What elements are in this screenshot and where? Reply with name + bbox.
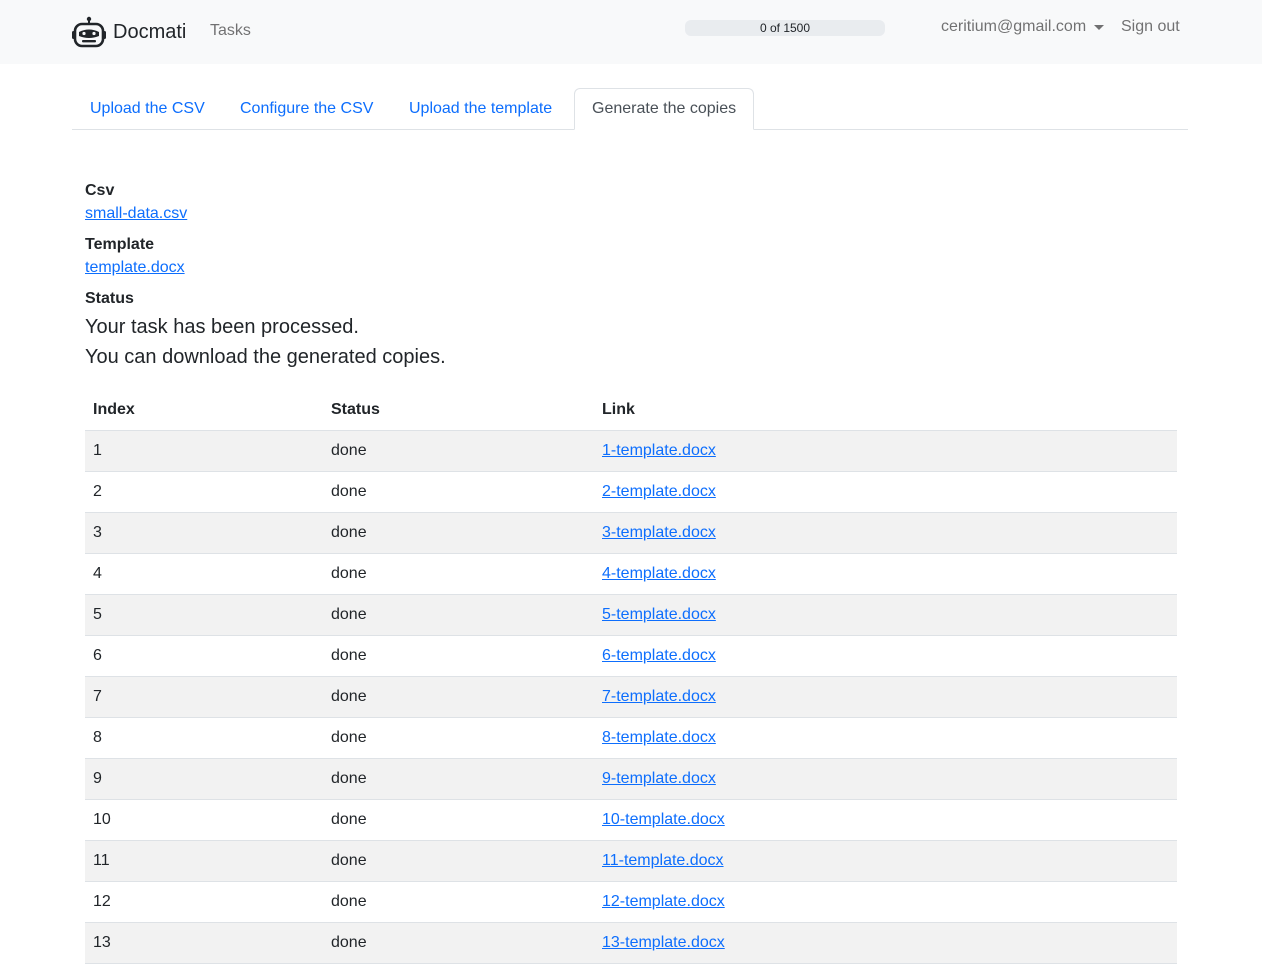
row-link-cell: 5-template.docx: [594, 594, 1177, 636]
table-header-row: Index Status Link: [85, 390, 1177, 431]
row-index: 8: [85, 717, 323, 759]
status-message-processed: Your task has been processed.: [85, 316, 359, 338]
column-header-index: Index: [85, 390, 323, 431]
copy-download-link[interactable]: 7-template.docx: [602, 688, 716, 705]
row-status: done: [323, 512, 594, 554]
row-index: 11: [85, 840, 323, 882]
row-status: done: [323, 758, 594, 800]
tab-generate-copies[interactable]: Generate the copies: [574, 88, 755, 130]
row-status: done: [323, 881, 594, 923]
sign-out-link[interactable]: Sign out: [1121, 18, 1180, 36]
brand-link[interactable]: Docmati: [72, 16, 186, 48]
copy-download-link[interactable]: 11-template.docx: [602, 852, 724, 869]
table-row: 3 done 3-template.docx: [85, 512, 1177, 554]
column-header-status: Status: [323, 390, 594, 431]
row-index: 12: [85, 881, 323, 923]
nav-tasks-link[interactable]: Tasks: [210, 22, 251, 40]
copy-download-link[interactable]: 6-template.docx: [602, 647, 716, 664]
copy-download-link[interactable]: 3-template.docx: [602, 524, 716, 541]
row-link-cell: 11-template.docx: [594, 840, 1177, 882]
copy-download-link[interactable]: 13-template.docx: [602, 934, 725, 951]
user-email: ceritium@gmail.com: [941, 18, 1087, 35]
row-link-cell: 6-template.docx: [594, 635, 1177, 677]
row-status: done: [323, 840, 594, 882]
brand-name: Docmati: [113, 20, 187, 43]
row-status: done: [323, 635, 594, 677]
template-label: Template: [85, 236, 155, 253]
row-index: 1: [85, 430, 323, 472]
row-link-cell: 7-template.docx: [594, 676, 1177, 718]
row-status: done: [323, 717, 594, 759]
table-row: 12 done 12-template.docx: [85, 881, 1177, 923]
table-row: 10 done 10-template.docx: [85, 799, 1177, 841]
copy-download-link[interactable]: 12-template.docx: [602, 893, 725, 910]
copy-download-link[interactable]: 4-template.docx: [602, 565, 716, 582]
tab-upload-csv[interactable]: Upload the CSV: [73, 88, 222, 130]
table-row: 9 done 9-template.docx: [85, 758, 1177, 800]
table-row: 4 done 4-template.docx: [85, 553, 1177, 595]
user-menu-dropdown[interactable]: ceritium@gmail.com: [941, 18, 1105, 36]
row-link-cell: 8-template.docx: [594, 717, 1177, 759]
row-index: 4: [85, 553, 323, 595]
tab-upload-template[interactable]: Upload the template: [392, 88, 569, 130]
copy-download-link[interactable]: 10-template.docx: [602, 811, 725, 828]
row-link-cell: 4-template.docx: [594, 553, 1177, 595]
table-row: 8 done 8-template.docx: [85, 717, 1177, 759]
row-link-cell: 3-template.docx: [594, 512, 1177, 554]
table-row: 1 done 1-template.docx: [85, 430, 1177, 472]
row-status: done: [323, 430, 594, 472]
table-row: 5 done 5-template.docx: [85, 594, 1177, 636]
row-status: done: [323, 594, 594, 636]
row-status: done: [323, 471, 594, 513]
copy-download-link[interactable]: 1-template.docx: [602, 442, 716, 459]
chevron-down-icon: [1094, 24, 1105, 30]
row-status: done: [323, 553, 594, 595]
table-row: 6 done 6-template.docx: [85, 635, 1177, 677]
task-details: Csv small-data.csv Template template.doc…: [85, 180, 1177, 372]
row-link-cell: 13-template.docx: [594, 922, 1177, 964]
copies-table: Index Status Link 1 done 1-template.docx…: [85, 390, 1177, 964]
table-row: 11 done 11-template.docx: [85, 840, 1177, 882]
row-index: 10: [85, 799, 323, 841]
row-link-cell: 12-template.docx: [594, 881, 1177, 923]
tab-configure-csv[interactable]: Configure the CSV: [223, 88, 390, 130]
table-row: 13 done 13-template.docx: [85, 922, 1177, 964]
row-link-cell: 1-template.docx: [594, 430, 1177, 472]
row-status: done: [323, 799, 594, 841]
table-row: 7 done 7-template.docx: [85, 676, 1177, 718]
row-index: 2: [85, 471, 323, 513]
status-label: Status: [85, 290, 134, 307]
row-status: done: [323, 676, 594, 718]
template-file-link[interactable]: template.docx: [85, 256, 185, 280]
quota-progress-label: 0 of 1500: [759, 21, 811, 35]
copy-download-link[interactable]: 9-template.docx: [602, 770, 716, 787]
copy-download-link[interactable]: 2-template.docx: [602, 483, 716, 500]
row-index: 3: [85, 512, 323, 554]
column-header-link: Link: [594, 390, 1177, 431]
row-link-cell: 10-template.docx: [594, 799, 1177, 841]
row-status: done: [323, 922, 594, 964]
row-link-cell: 2-template.docx: [594, 471, 1177, 513]
row-index: 6: [85, 635, 323, 677]
copy-download-link[interactable]: 5-template.docx: [602, 606, 716, 623]
row-index: 7: [85, 676, 323, 718]
status-message-download: You can download the generated copies.: [85, 346, 446, 368]
row-index: 9: [85, 758, 323, 800]
quota-progress-bar: 0 of 1500: [685, 20, 885, 36]
row-link-cell: 9-template.docx: [594, 758, 1177, 800]
copy-download-link[interactable]: 8-template.docx: [602, 729, 716, 746]
csv-label: Csv: [85, 182, 115, 199]
top-navbar: Docmati Tasks 0 of 1500 ceritium@gmail.c…: [0, 0, 1262, 64]
table-row: 2 done 2-template.docx: [85, 471, 1177, 513]
row-index: 13: [85, 922, 323, 964]
task-steps-tabs: Upload the CSV Configure the CSV Upload …: [72, 88, 1188, 130]
row-index: 5: [85, 594, 323, 636]
csv-file-link[interactable]: small-data.csv: [85, 202, 187, 226]
robot-logo-icon: [72, 16, 106, 48]
